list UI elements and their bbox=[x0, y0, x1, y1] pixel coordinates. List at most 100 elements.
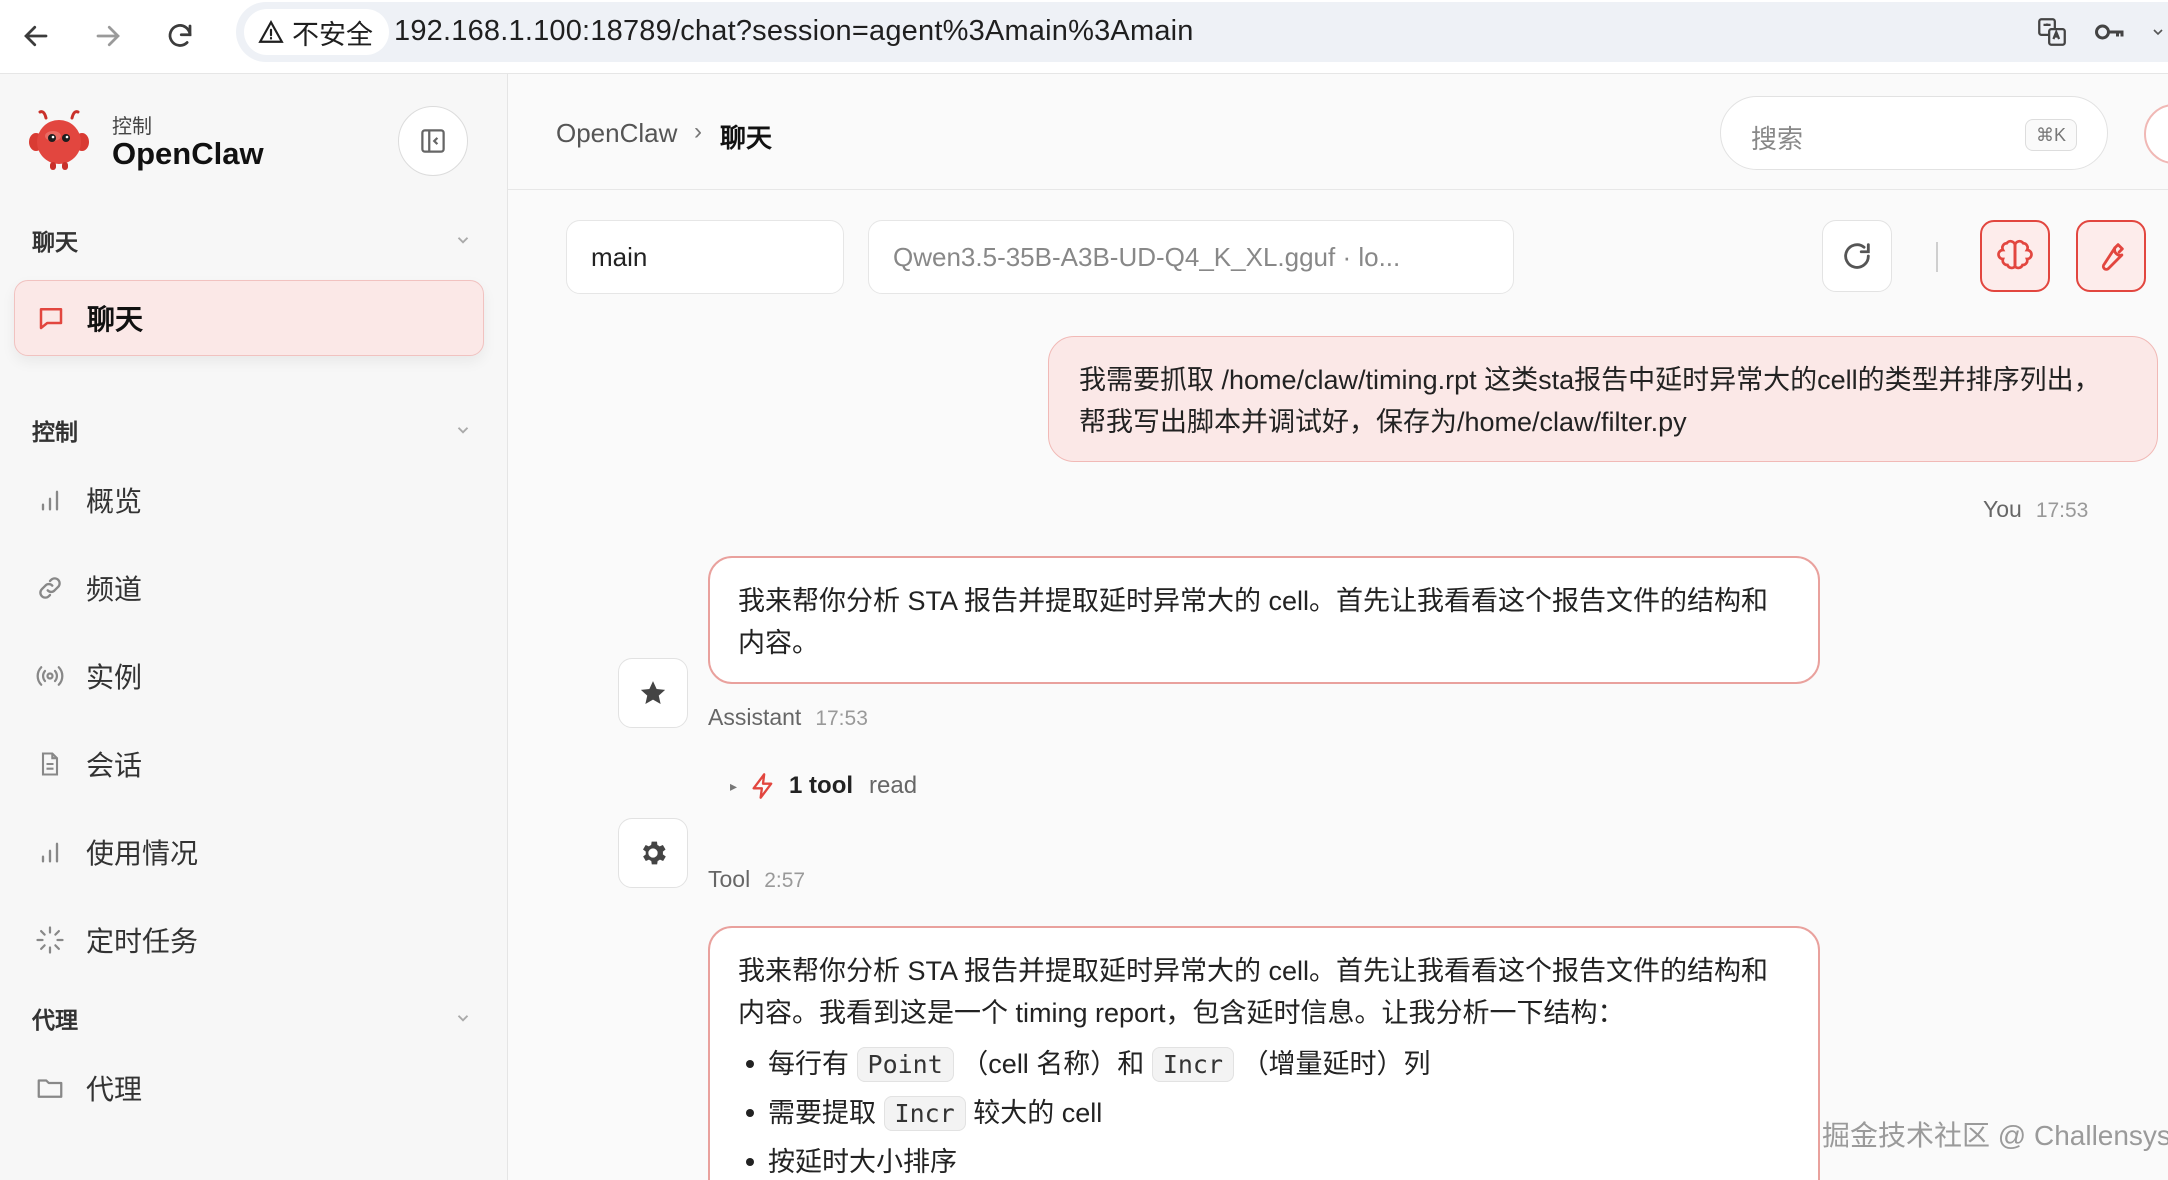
user-message-meta: You 17:53 bbox=[1983, 496, 2088, 523]
collapse-sidebar-button[interactable] bbox=[398, 106, 468, 176]
sidebar-item-label: 频道 bbox=[86, 574, 143, 605]
inline-code: Incr bbox=[883, 1096, 966, 1131]
user-message: 我需要抓取 /home/claw/timing.rpt 这类sta报告中延时异常… bbox=[1048, 336, 2158, 462]
loader-icon bbox=[34, 924, 66, 956]
reload-button[interactable] bbox=[152, 8, 208, 64]
bar-chart-icon bbox=[34, 484, 66, 516]
sidebar-item-label: 定时任务 bbox=[86, 926, 199, 957]
text: 按延时大小排序 bbox=[768, 1147, 957, 1177]
breadcrumb-separator: › bbox=[694, 118, 702, 145]
link-icon bbox=[34, 572, 66, 604]
translate-icon[interactable] bbox=[2032, 12, 2072, 52]
text: （增量延时）列 bbox=[1241, 1049, 1431, 1079]
tool-avatar bbox=[618, 818, 688, 888]
text: 较大的 cell bbox=[973, 1098, 1103, 1128]
sidebar-item-label: 会话 bbox=[86, 750, 143, 781]
section-agent-header[interactable]: 代理 bbox=[32, 998, 472, 1038]
browser-toolbar: 不安全 192.168.1.100:18789/chat?session=age… bbox=[0, 0, 2168, 74]
sidebar-toggle-icon bbox=[421, 129, 445, 153]
search-input[interactable]: 搜索 ⌘K bbox=[1720, 96, 2108, 170]
security-label: 不安全 bbox=[292, 19, 373, 50]
wrench-icon bbox=[2101, 243, 2124, 271]
breadcrumb-root[interactable]: OpenClaw bbox=[556, 118, 677, 149]
security-chip[interactable]: 不安全 bbox=[244, 9, 389, 55]
avatar[interactable] bbox=[2144, 104, 2168, 164]
sidebar-item-overview[interactable]: 概览 bbox=[14, 462, 484, 538]
refresh-button[interactable] bbox=[1822, 220, 1892, 292]
text: 需要提取 bbox=[768, 1098, 876, 1128]
header: OpenClaw › 聊天 搜索 ⌘K bbox=[508, 74, 2168, 190]
sidebar-item-label: 概览 bbox=[86, 486, 143, 517]
sidebar-item-agents[interactable]: 代理 bbox=[14, 1050, 484, 1126]
message-author: Assistant bbox=[708, 704, 802, 730]
brand-subtitle: 控制 bbox=[112, 116, 152, 138]
gear-icon bbox=[643, 841, 666, 865]
bar-chart-icon bbox=[34, 836, 66, 868]
url-text[interactable]: 192.168.1.100:18789/chat?session=agent%3… bbox=[394, 15, 1194, 48]
inline-code: Point bbox=[856, 1047, 954, 1082]
tool-name: read bbox=[869, 772, 918, 799]
sidebar-item-channels[interactable]: 频道 bbox=[14, 550, 484, 626]
session-select[interactable]: main bbox=[566, 220, 844, 294]
warning-triangle-icon bbox=[258, 20, 284, 43]
back-button[interactable] bbox=[8, 8, 64, 64]
sidebar-item-label: 聊天 bbox=[87, 304, 144, 335]
sidebar-item-scheduled-tasks[interactable]: 定时任务 bbox=[14, 902, 484, 978]
sidebar: 控制 OpenClaw 聊天 聊天 控制 概览 频道 实例 会话 使用情况 定时… bbox=[0, 74, 508, 1180]
section-control-label: 控制 bbox=[32, 419, 78, 445]
text: （cell 名称）和 bbox=[961, 1049, 1145, 1079]
refresh-icon bbox=[1844, 243, 1870, 269]
star-icon bbox=[640, 681, 666, 704]
sidebar-item-label: 使用情况 bbox=[86, 838, 199, 869]
inline-code: Incr bbox=[1151, 1047, 1235, 1082]
message-paragraph: 我来帮你分析 STA 报告并提取延时异常大的 cell。首先让我看看这个报告文件… bbox=[738, 956, 1769, 1028]
thinking-toggle-button[interactable] bbox=[1980, 220, 2050, 292]
document-icon bbox=[34, 748, 66, 780]
section-control-header[interactable]: 控制 bbox=[32, 410, 472, 450]
section-chat-header[interactable]: 聊天 bbox=[32, 220, 472, 260]
sidebar-item-instances[interactable]: 实例 bbox=[14, 638, 484, 714]
message-author: You bbox=[1983, 496, 2022, 522]
sidebar-item-sessions[interactable]: 会话 bbox=[14, 726, 484, 802]
address-bar[interactable]: 不安全 192.168.1.100:18789/chat?session=age… bbox=[236, 2, 2168, 62]
watermark: 掘金技术社区 @ Challensys bbox=[1822, 1120, 2168, 1151]
sidebar-item-label: 代理 bbox=[86, 1074, 143, 1105]
tool-message-meta: Tool 2:57 bbox=[708, 866, 805, 893]
forward-button[interactable] bbox=[80, 8, 136, 64]
folder-icon bbox=[34, 1072, 66, 1104]
tools-toggle-button[interactable] bbox=[2076, 220, 2146, 292]
radio-signal-icon bbox=[34, 660, 66, 692]
tool-call-summary[interactable]: ▸ 1 tool read bbox=[730, 772, 917, 800]
message-time: 17:53 bbox=[815, 707, 868, 730]
bullet-list: 每行有 Point （cell 名称）和 Incr （增量延时）列 需要提取 I… bbox=[738, 1040, 1790, 1180]
chevron-down-icon bbox=[457, 237, 469, 244]
list-item: 每行有 Point （cell 名称）和 Incr （增量延时）列 bbox=[746, 1040, 1790, 1089]
divider bbox=[1936, 242, 1938, 272]
assistant-message: 我来帮你分析 STA 报告并提取延时异常大的 cell。首先让我看看这个报告文件… bbox=[708, 926, 1820, 1180]
list-item: 按延时大小排序 bbox=[746, 1138, 1790, 1180]
sidebar-item-usage[interactable]: 使用情况 bbox=[14, 814, 484, 890]
expand-triangle-icon: ▸ bbox=[730, 777, 738, 794]
arrow-left-icon bbox=[24, 25, 48, 47]
search-shortcut-badge: ⌘K bbox=[2024, 119, 2077, 151]
assistant-avatar bbox=[618, 658, 688, 728]
list-item: 需要提取 Incr 较大的 cell bbox=[746, 1089, 1790, 1138]
arrow-right-icon bbox=[96, 25, 120, 47]
tool-count: 1 tool bbox=[789, 772, 854, 799]
assistant-message-meta: Assistant 17:53 bbox=[708, 704, 868, 731]
message-time: 2:57 bbox=[764, 869, 806, 892]
sidebar-item-chat[interactable]: 聊天 bbox=[14, 280, 484, 356]
message-time: 17:53 bbox=[2035, 499, 2089, 522]
chat-controls: main Qwen3.5-35B-A3B-UD-Q4_K_XL.gguf · l… bbox=[508, 220, 2168, 296]
brain-icon bbox=[1997, 239, 2033, 270]
chat-bubble-icon bbox=[35, 302, 67, 334]
model-select[interactable]: Qwen3.5-35B-A3B-UD-Q4_K_XL.gguf · lo... bbox=[868, 220, 1514, 294]
reload-icon bbox=[168, 24, 192, 47]
message-author: Tool bbox=[708, 866, 751, 892]
chevron-down-icon[interactable] bbox=[2148, 12, 2168, 52]
assistant-message: 我来帮你分析 STA 报告并提取延时异常大的 cell。首先让我看看这个报告文件… bbox=[708, 556, 1820, 684]
breadcrumb-current: 聊天 bbox=[720, 123, 773, 153]
chevron-down-icon bbox=[457, 1015, 469, 1022]
key-icon[interactable] bbox=[2090, 12, 2130, 52]
text: 每行有 bbox=[768, 1049, 849, 1079]
